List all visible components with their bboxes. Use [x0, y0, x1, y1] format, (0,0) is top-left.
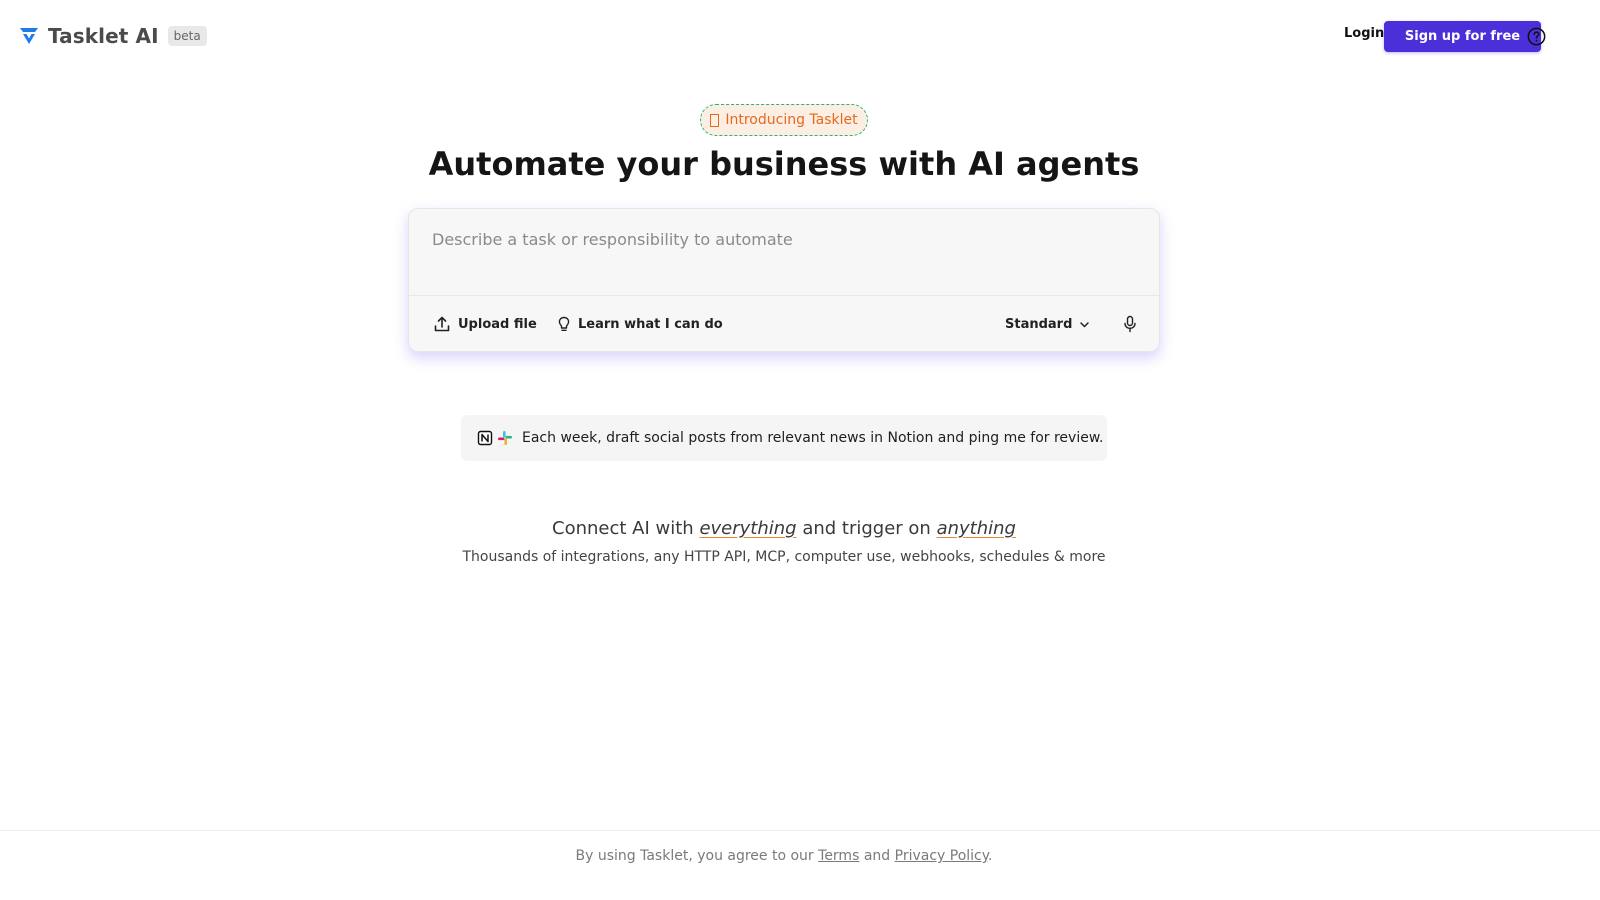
lightbulb-icon — [558, 316, 570, 331]
top-navigation: Tasklet AI beta Login Sign up for free — [0, 0, 1600, 72]
connect-heading: Connect AI with everything and trigger o… — [0, 518, 1568, 539]
upload-file-label: Upload file — [458, 316, 537, 332]
brand-name: Tasklet AI — [48, 24, 159, 48]
microphone-icon — [1124, 315, 1136, 333]
connect-prefix: Connect AI with — [552, 518, 694, 539]
composer-divider — [409, 295, 1159, 296]
footer-and: and — [863, 848, 891, 864]
terms-link[interactable]: Terms — [818, 848, 859, 864]
footer-suffix: . — [988, 848, 993, 864]
login-link[interactable]: Login — [1344, 26, 1384, 41]
page-title: Automate your business with AI agents — [428, 145, 1140, 183]
mode-select-value: Standard — [1005, 316, 1073, 332]
connect-subtitle: Thousands of integrations, any HTTP API,… — [462, 549, 1106, 565]
sparkle-icon — [710, 113, 720, 127]
slack-icon — [498, 431, 512, 445]
connect-highlight-anything: anything — [936, 518, 1016, 539]
learn-capabilities-button[interactable]: Learn what I can do — [557, 313, 723, 335]
example-prompt-text: Each week, draft social posts from relev… — [522, 430, 1104, 446]
beta-badge: beta — [167, 26, 207, 46]
connect-middle: and trigger on — [802, 518, 931, 539]
chevron-down-icon — [1080, 321, 1090, 327]
footer-divider — [0, 830, 1600, 831]
brand[interactable]: Tasklet AI beta — [18, 22, 207, 50]
mode-select[interactable]: Standard — [1005, 313, 1090, 335]
question-circle-icon[interactable] — [1527, 27, 1546, 46]
footer-legal: By using Tasklet, you agree to our Terms… — [0, 848, 1568, 864]
introducing-pill[interactable]: Introducing Tasklet — [700, 104, 868, 136]
example-prompt-card[interactable]: Each week, draft social posts from relev… — [461, 415, 1107, 461]
connect-highlight-everything: everything — [699, 518, 797, 539]
introducing-label: Introducing Tasklet — [725, 112, 858, 128]
upload-file-button[interactable]: Upload file — [433, 313, 537, 335]
learn-capabilities-label: Learn what I can do — [578, 316, 723, 332]
notion-icon — [477, 430, 493, 446]
prompt-composer: Upload file Learn what I can do Standard — [408, 208, 1160, 352]
footer-prefix: By using Tasklet, you agree to our — [575, 848, 814, 864]
signup-button[interactable]: Sign up for free — [1384, 21, 1541, 52]
privacy-policy-link[interactable]: Privacy Policy — [895, 848, 988, 864]
upload-icon — [434, 316, 450, 332]
example-app-icons — [477, 430, 513, 446]
tasklet-logo-icon — [20, 28, 38, 44]
voice-input-button[interactable] — [1121, 314, 1139, 334]
task-description-input[interactable] — [409, 209, 1159, 295]
